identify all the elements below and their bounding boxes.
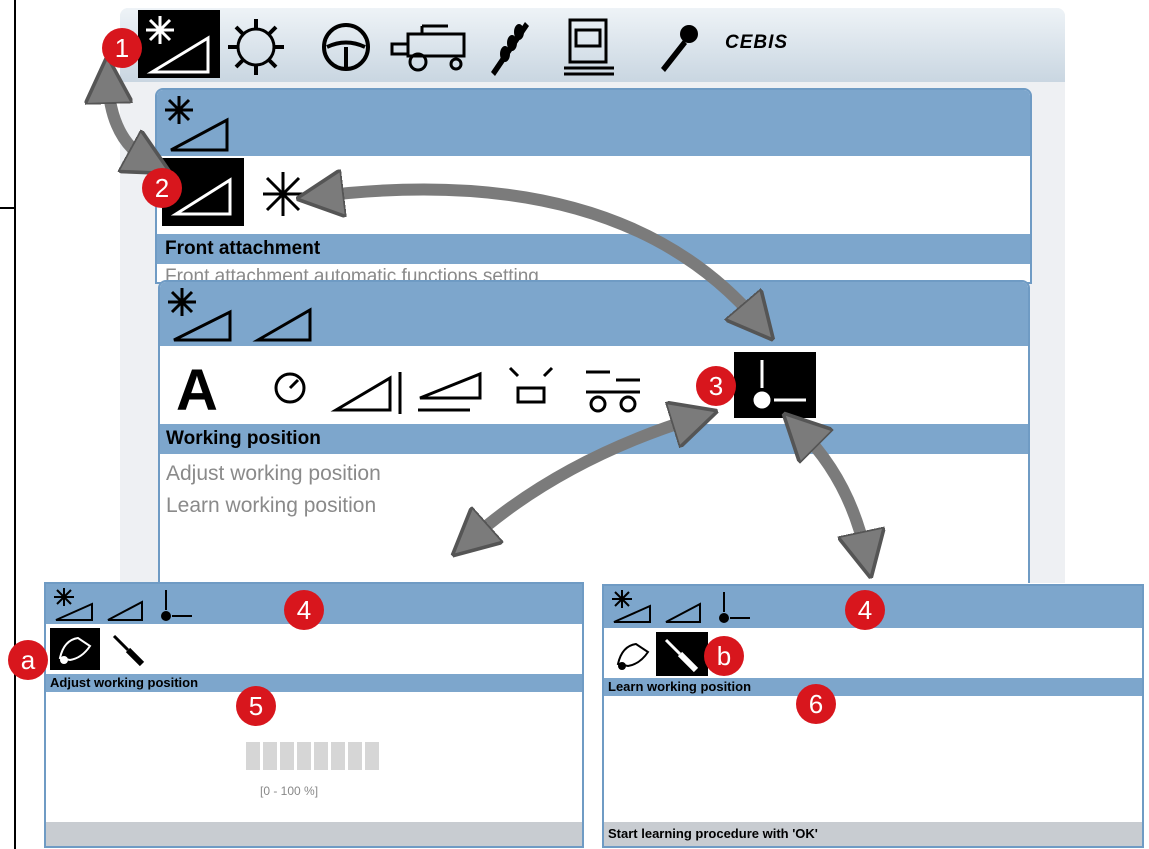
hand-icon[interactable]	[610, 634, 654, 674]
marker-b: b	[704, 636, 744, 676]
counter-icon[interactable]	[562, 16, 622, 78]
marker-3: 3	[696, 366, 736, 406]
panel1-header	[157, 90, 1030, 156]
header-settings-tab[interactable]	[138, 10, 220, 78]
learn-tab[interactable]	[656, 632, 708, 676]
breadcrumb-icons	[612, 590, 750, 623]
marker-4-left: 4	[284, 590, 324, 630]
cebis-logo: CEBIS	[725, 32, 789, 53]
progress-bar	[246, 742, 382, 775]
adjust-tab[interactable]	[50, 628, 100, 670]
range-label: [0 - 100 %]	[260, 784, 319, 798]
working-position-icon	[753, 360, 806, 409]
auto-icon: A	[176, 358, 218, 418]
marker-6: 6	[796, 684, 836, 724]
section-title: Learn working position	[604, 678, 1142, 696]
section-title: Working position	[160, 424, 1028, 454]
panel2-header	[160, 282, 1028, 346]
combine-icon[interactable]	[388, 16, 478, 78]
marker-5: 5	[236, 686, 276, 726]
wrench-icon[interactable]	[653, 16, 703, 78]
marker-4-right: 4	[845, 590, 885, 630]
breadcrumb-icons	[54, 588, 192, 621]
header-settings-icon	[165, 96, 229, 152]
menu-item-learn[interactable]: Learn working position	[166, 494, 376, 518]
marker-1: 1	[102, 28, 142, 68]
section-title: Front attachment	[157, 234, 1030, 264]
working-position-panel: A Working position Adjust working positi…	[158, 280, 1030, 583]
hand-icon	[58, 636, 92, 664]
threshing-drum-icon[interactable]	[225, 16, 287, 78]
status-bar: Start learning procedure with 'OK'	[604, 822, 1142, 846]
steering-wheel-icon[interactable]	[315, 16, 377, 78]
margin-line	[14, 0, 16, 849]
marker-2: 2	[142, 168, 182, 208]
margin-tick	[0, 207, 15, 209]
status-bar	[46, 822, 582, 846]
breadcrumb-icons	[168, 288, 312, 342]
screwdriver-icon[interactable]	[108, 630, 148, 670]
front-attachment-panel: Front attachment Front attachment automa…	[155, 88, 1032, 284]
main-screen: CEBIS Front attachment Front attachment …	[120, 8, 1065, 583]
working-position-tab[interactable]	[734, 352, 816, 418]
crop-icon[interactable]	[485, 16, 535, 78]
reel-icon[interactable]	[257, 168, 309, 220]
section-title: Adjust working position	[46, 674, 582, 692]
header-settings-icon	[146, 16, 210, 74]
top-menu-bar: CEBIS	[120, 8, 1065, 82]
marker-a: a	[8, 640, 48, 680]
menu-item-adjust[interactable]: Adjust working position	[166, 462, 381, 486]
screwdriver-icon	[664, 638, 699, 673]
